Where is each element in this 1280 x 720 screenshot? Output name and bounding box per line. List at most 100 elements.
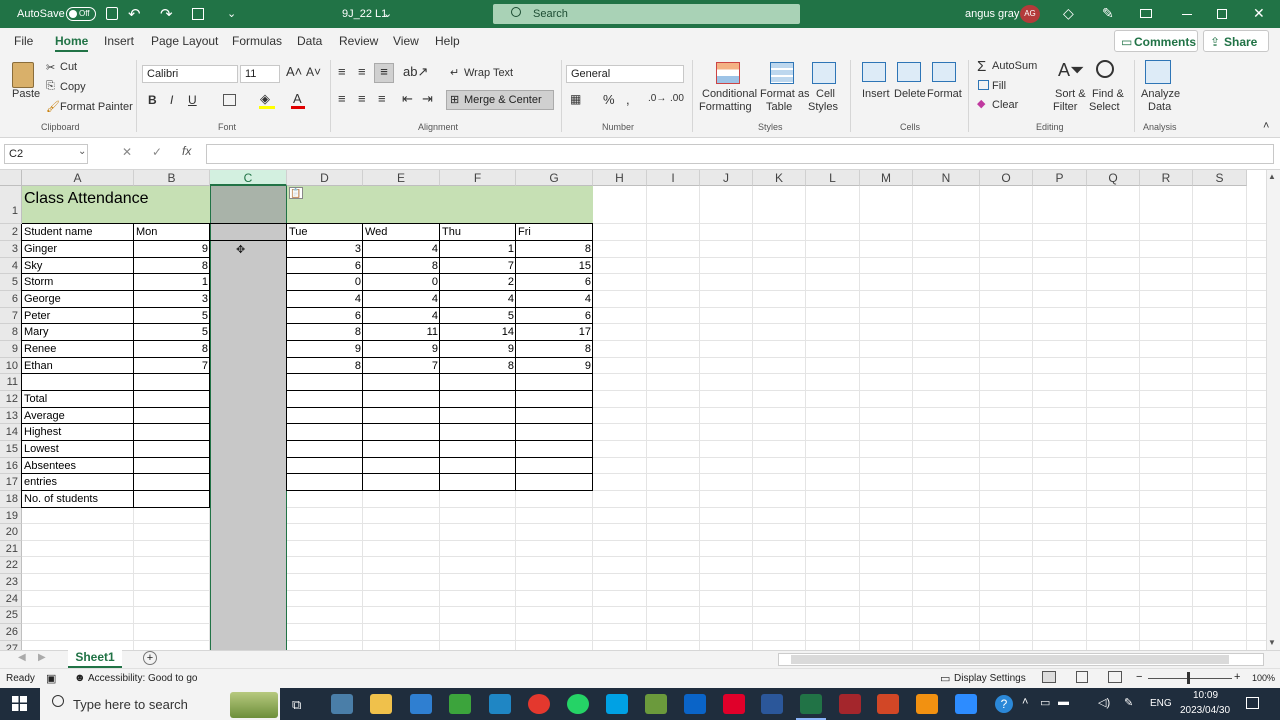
column-header[interactable]: R xyxy=(1140,170,1193,186)
volume-icon[interactable]: ◁) xyxy=(1098,696,1110,709)
enter-icon[interactable]: ✓ xyxy=(152,145,162,159)
student-name-cell[interactable]: George xyxy=(22,291,134,308)
word-icon[interactable] xyxy=(761,694,783,714)
touch-mode-icon[interactable] xyxy=(192,8,204,20)
fill-color-icon[interactable]: ◈ xyxy=(260,91,270,107)
row-header[interactable]: 4 xyxy=(0,258,22,274)
column-header[interactable]: Q xyxy=(1087,170,1140,186)
notifications-icon[interactable] xyxy=(1246,697,1259,709)
font-name-select[interactable]: Calibri xyxy=(142,65,238,83)
summary-label-cell[interactable]: Lowest xyxy=(22,441,134,458)
autosave-toggle[interactable]: Off xyxy=(66,7,96,21)
mon-value-cell[interactable]: 8 xyxy=(134,258,210,274)
page-layout-view-icon[interactable] xyxy=(1076,671,1088,683)
row-header[interactable]: 18 xyxy=(0,491,22,508)
maximize-icon[interactable] xyxy=(1217,9,1227,19)
column-header[interactable]: S xyxy=(1193,170,1247,186)
avatar[interactable]: AG xyxy=(1020,5,1040,23)
excel-icon[interactable] xyxy=(800,694,822,714)
student-name-cell[interactable]: Ginger xyxy=(22,241,134,258)
delete-cells-button[interactable]: Delete xyxy=(894,88,926,100)
student-name-cell[interactable]: Mary xyxy=(22,324,134,341)
tue-value-cell[interactable]: 8 xyxy=(287,324,363,341)
clear-button[interactable]: Clear xyxy=(992,99,1018,111)
increase-font-icon[interactable]: A˄ xyxy=(286,64,302,79)
tab-page-layout[interactable]: Page Layout xyxy=(151,34,218,48)
fri-value-cell[interactable]: 15 xyxy=(516,258,593,274)
row-header[interactable]: 23 xyxy=(0,574,22,591)
wed-value-cell[interactable]: 4 xyxy=(363,308,440,324)
insert-cells-icon[interactable] xyxy=(862,62,886,82)
copy-icon[interactable]: ⎘ xyxy=(46,80,55,93)
accessibility-icon[interactable]: ☻ xyxy=(74,672,86,684)
wed-value-cell[interactable]: 4 xyxy=(363,241,440,258)
column-header[interactable]: F xyxy=(440,170,516,186)
user-name[interactable]: angus gray xyxy=(965,8,1019,20)
whatsapp-icon[interactable] xyxy=(567,694,589,714)
underline-button[interactable]: U xyxy=(188,93,197,107)
column-header[interactable]: K xyxy=(753,170,806,186)
row-header[interactable]: 8 xyxy=(0,324,22,341)
summary-label-cell[interactable]: Total xyxy=(22,391,134,408)
row-header[interactable]: 3 xyxy=(0,241,22,258)
diamond-icon[interactable]: ◇ xyxy=(1063,5,1074,22)
font-size-select[interactable]: 11 xyxy=(240,65,280,83)
fri-value-cell[interactable]: 6 xyxy=(516,308,593,324)
column-header[interactable]: J xyxy=(700,170,753,186)
tue-value-cell[interactable]: 6 xyxy=(287,308,363,324)
undo-icon[interactable]: ↶ xyxy=(128,5,141,23)
comments-button[interactable]: ▭ Comments xyxy=(1114,30,1198,52)
mon-value-cell[interactable]: 8 xyxy=(134,341,210,358)
app-icon-blue[interactable] xyxy=(410,694,432,714)
normal-view-icon[interactable] xyxy=(1042,671,1056,683)
fri-value-cell[interactable]: 9 xyxy=(516,358,593,374)
wed-value-cell[interactable]: 4 xyxy=(363,291,440,308)
select-all-corner[interactable] xyxy=(0,170,22,186)
font-color-icon[interactable]: A xyxy=(293,91,302,106)
tue-value-cell[interactable]: 8 xyxy=(287,358,363,374)
row-header[interactable]: 12 xyxy=(0,391,22,408)
thu-value-cell[interactable]: 5 xyxy=(440,308,516,324)
skype-icon[interactable] xyxy=(606,694,628,714)
format-painter-icon[interactable]: 🖌 xyxy=(46,100,60,113)
row-header[interactable]: 19 xyxy=(0,508,22,524)
increase-decimal-icon[interactable]: .0→ xyxy=(648,93,666,104)
student-name-cell[interactable]: Renee xyxy=(22,341,134,358)
zoom-slider-thumb[interactable] xyxy=(1187,672,1190,684)
scrollbar-thumb[interactable] xyxy=(791,655,1229,664)
outlook-icon[interactable] xyxy=(684,694,706,714)
app-icon-leaf[interactable] xyxy=(645,694,667,714)
help-icon[interactable]: ? xyxy=(995,695,1013,713)
summary-label-cell[interactable]: No. of students xyxy=(22,491,134,508)
save-icon[interactable] xyxy=(106,7,118,20)
cell-styles-label[interactable]: Cell xyxy=(816,88,835,100)
show-hidden-icons[interactable]: ˄ xyxy=(1022,696,1028,708)
column-header[interactable]: H xyxy=(593,170,647,186)
cell-styles-label2[interactable]: Styles xyxy=(808,101,838,113)
bottom-align-icon[interactable]: ≡ xyxy=(374,63,394,83)
row-header[interactable]: 17 xyxy=(0,474,22,491)
format-as-table-label[interactable]: Format as xyxy=(760,88,810,100)
align-right-icon[interactable]: ≡ xyxy=(378,91,386,106)
chevron-down-icon[interactable]: ⌄ xyxy=(383,7,392,20)
row-header[interactable]: 21 xyxy=(0,541,22,557)
conditional-formatting-icon[interactable] xyxy=(716,62,740,84)
row-header[interactable]: 7 xyxy=(0,308,22,324)
copy-button[interactable]: Copy xyxy=(60,81,86,93)
share-button[interactable]: ⇪ Share xyxy=(1203,30,1269,52)
middle-align-icon[interactable]: ≡ xyxy=(358,64,366,79)
sort-filter-label2[interactable]: Filter xyxy=(1053,101,1077,113)
cancel-icon[interactable]: ✕ xyxy=(122,145,132,159)
tab-data[interactable]: Data xyxy=(297,34,322,48)
column-header[interactable]: P xyxy=(1033,170,1087,186)
comma-icon[interactable]: , xyxy=(626,92,630,107)
header-thu[interactable]: Thu xyxy=(440,224,516,241)
tab-home[interactable]: Home xyxy=(55,34,89,52)
zoom-level[interactable]: 100% xyxy=(1252,673,1275,683)
fill-button[interactable]: Fill xyxy=(992,80,1006,92)
decrease-indent-icon[interactable]: ⇤ xyxy=(402,91,413,107)
tue-value-cell[interactable]: 4 xyxy=(287,291,363,308)
mon-value-cell[interactable]: 3 xyxy=(134,291,210,308)
analyze-data-icon[interactable] xyxy=(1145,60,1171,84)
file-explorer-icon[interactable] xyxy=(370,694,392,714)
